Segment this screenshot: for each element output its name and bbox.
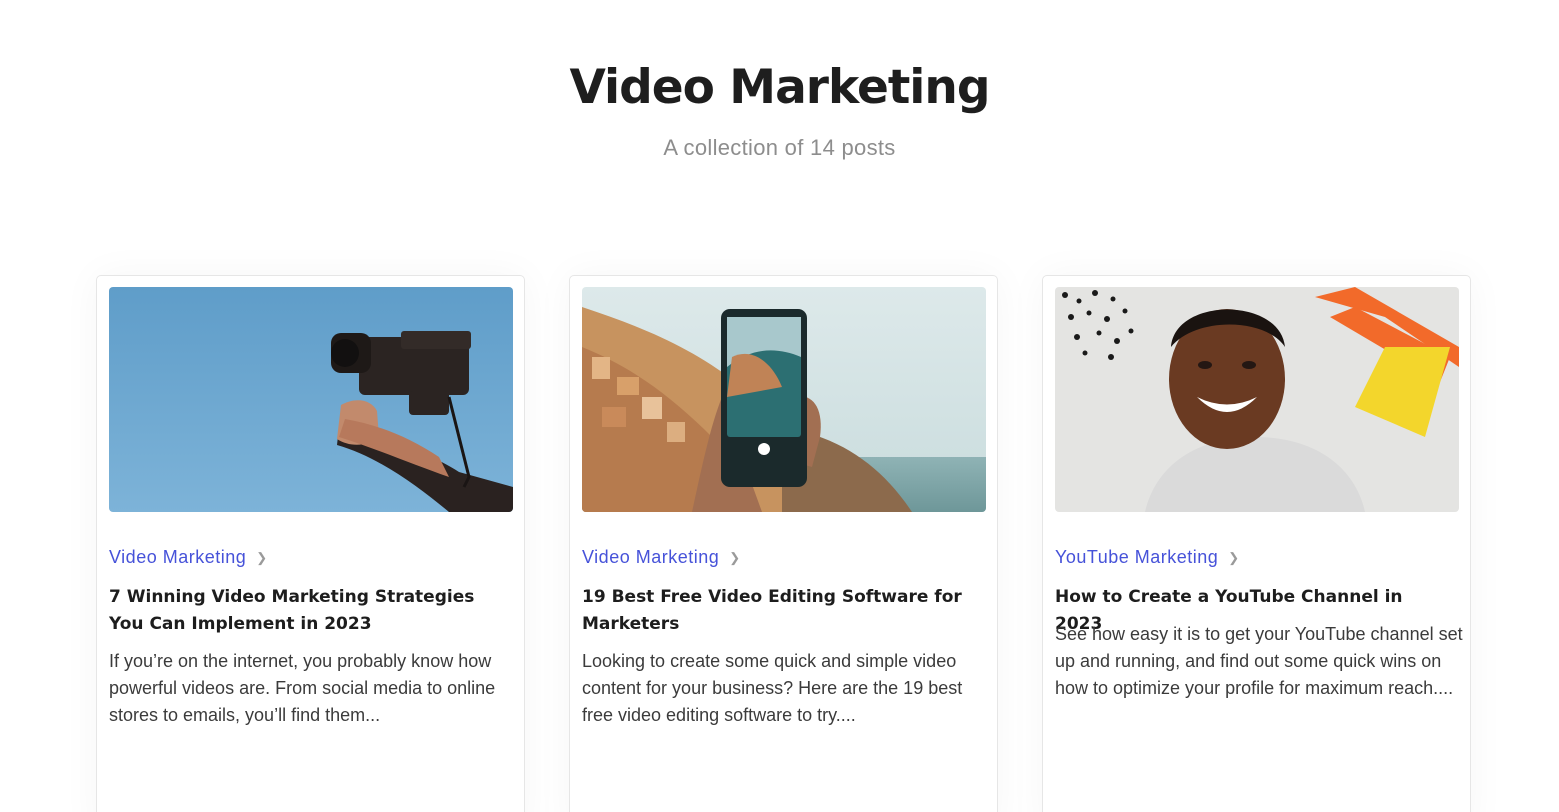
post-image[interactable] bbox=[109, 287, 513, 512]
post-category-link[interactable]: Video Marketing ❯ bbox=[582, 547, 741, 568]
smiling-person-photo-icon bbox=[1055, 287, 1459, 512]
page-subtitle: A collection of 14 posts bbox=[663, 135, 896, 160]
post-card[interactable]: YouTube Marketing ❯ How to Create a YouT… bbox=[1042, 275, 1471, 812]
chevron-right-icon: ❯ bbox=[729, 549, 741, 565]
post-title[interactable]: 19 Best Free Video Editing Software for … bbox=[582, 584, 982, 638]
chevron-right-icon: ❯ bbox=[1228, 549, 1240, 565]
camcorder-photo-icon bbox=[109, 287, 513, 512]
phone-photo-icon bbox=[582, 287, 986, 512]
post-category-label[interactable]: Video Marketing bbox=[109, 547, 246, 568]
post-category-label[interactable]: YouTube Marketing bbox=[1055, 547, 1218, 568]
post-image[interactable] bbox=[1055, 287, 1459, 512]
post-category-link[interactable]: YouTube Marketing ❯ bbox=[1055, 547, 1240, 568]
post-image[interactable] bbox=[582, 287, 986, 512]
page-title: Video Marketing bbox=[569, 60, 990, 115]
post-excerpt: If you’re on the internet, you probably … bbox=[109, 651, 496, 725]
post-excerpt: See how easy it is to get your YouTube c… bbox=[1055, 624, 1463, 698]
post-card[interactable]: Video Marketing ❯ 19 Best Free Video Edi… bbox=[569, 275, 998, 812]
post-excerpt: Looking to create some quick and simple … bbox=[582, 651, 963, 725]
post-card[interactable]: Video Marketing ❯ 7 Winning Video Market… bbox=[96, 275, 525, 812]
post-category-link[interactable]: Video Marketing ❯ bbox=[109, 547, 268, 568]
chevron-right-icon: ❯ bbox=[256, 549, 268, 565]
post-title[interactable]: 7 Winning Video Marketing Strategies You… bbox=[109, 584, 509, 638]
post-category-label[interactable]: Video Marketing bbox=[582, 547, 719, 568]
